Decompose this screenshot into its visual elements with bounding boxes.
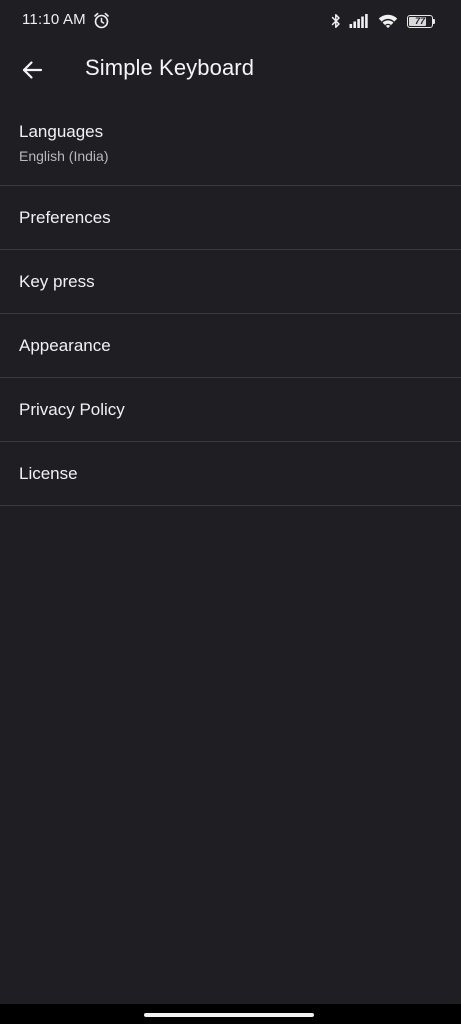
settings-item-title: Privacy Policy [19, 400, 125, 419]
signal-icon [349, 14, 369, 28]
status-time: 11:10 AM [22, 11, 86, 28]
status-icons: 77 [331, 12, 435, 30]
settings-item-appearance[interactable]: Appearance [0, 314, 461, 378]
battery-level: 77 [414, 15, 425, 26]
settings-item-languages[interactable]: Languages English (India) [0, 100, 461, 186]
settings-item-preferences[interactable]: Preferences [0, 186, 461, 250]
settings-item-title: Appearance [19, 336, 111, 355]
page-title: Simple Keyboard [85, 55, 255, 80]
settings-item-key-press[interactable]: Key press [0, 250, 461, 314]
settings-item-license[interactable]: License [0, 442, 461, 506]
settings-item-privacy-policy[interactable]: Privacy Policy [0, 378, 461, 442]
bluetooth-icon [331, 13, 341, 29]
settings-item-title: Preferences [19, 208, 111, 227]
arrow-left-icon [22, 61, 43, 79]
status-bar: 11:10 AM 77 [0, 0, 461, 42]
battery-tip [433, 18, 435, 24]
home-indicator[interactable] [144, 1013, 314, 1017]
alarm-icon [93, 12, 110, 29]
settings-item-subtitle: English (India) [19, 148, 109, 164]
settings-list: Languages English (India) Preferences Ke… [0, 100, 461, 506]
battery-icon: 77 [407, 14, 435, 28]
settings-item-title: Languages [19, 122, 104, 141]
app-bar: Simple Keyboard [0, 42, 461, 96]
settings-item-title: Key press [19, 272, 95, 291]
settings-item-title: License [19, 464, 78, 483]
back-button[interactable] [14, 52, 50, 88]
wifi-icon [378, 14, 398, 29]
navigation-bar [0, 1004, 461, 1024]
